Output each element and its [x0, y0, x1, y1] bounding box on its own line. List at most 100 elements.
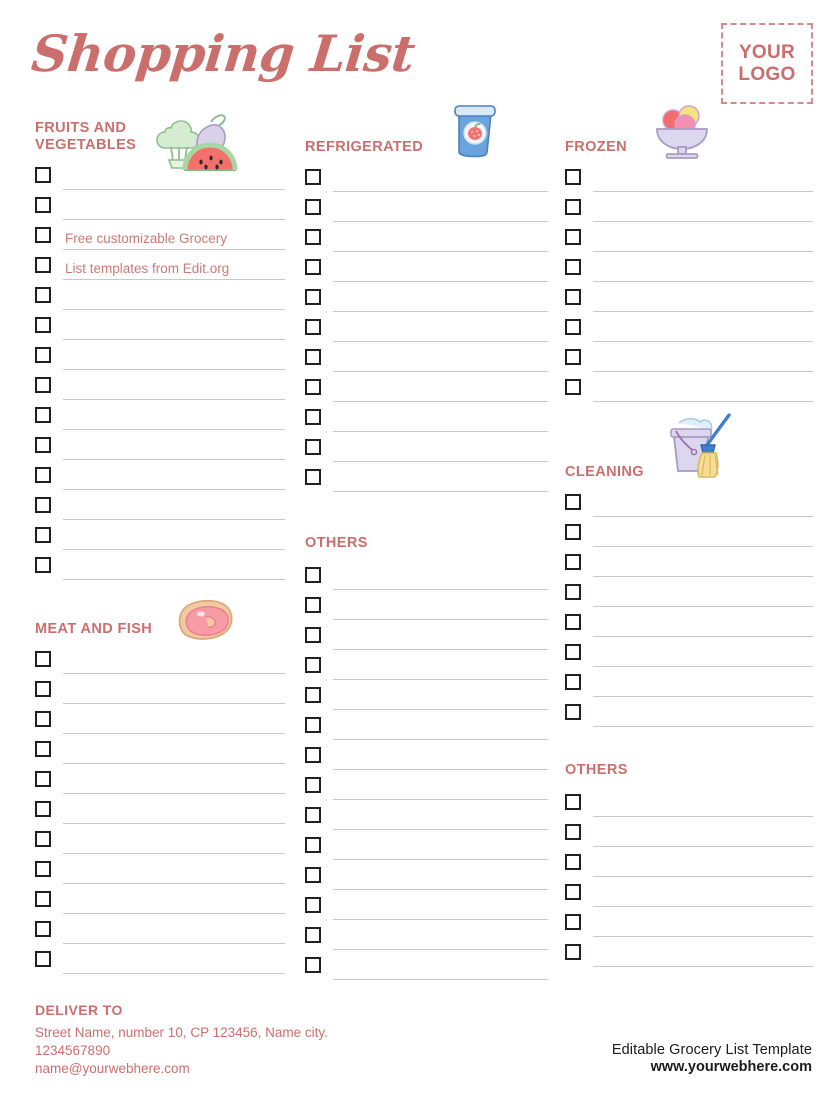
checkbox[interactable]: [565, 229, 581, 245]
checkbox[interactable]: [305, 837, 321, 853]
checkbox[interactable]: [305, 169, 321, 185]
checkbox[interactable]: [565, 289, 581, 305]
checkbox[interactable]: [305, 567, 321, 583]
list-item[interactable]: [565, 671, 813, 701]
list-item[interactable]: [305, 654, 548, 684]
list-item[interactable]: [35, 858, 285, 888]
list-item[interactable]: [35, 314, 285, 344]
list-item[interactable]: [565, 851, 813, 881]
checkbox[interactable]: [305, 717, 321, 733]
checkbox[interactable]: [565, 524, 581, 540]
list-item[interactable]: [35, 798, 285, 828]
checkbox[interactable]: [565, 554, 581, 570]
checkbox[interactable]: [565, 674, 581, 690]
list-item[interactable]: [35, 828, 285, 858]
list-item[interactable]: [35, 194, 285, 224]
checkbox[interactable]: [35, 497, 51, 513]
list-item[interactable]: [305, 594, 548, 624]
list-item[interactable]: [565, 286, 813, 316]
list-item[interactable]: [305, 834, 548, 864]
checkbox[interactable]: [35, 227, 51, 243]
list-item[interactable]: [305, 924, 548, 954]
list-item[interactable]: [305, 166, 548, 196]
checkbox[interactable]: [305, 289, 321, 305]
checkbox[interactable]: [565, 379, 581, 395]
checkbox[interactable]: [565, 884, 581, 900]
list-item[interactable]: [305, 684, 548, 714]
list-item[interactable]: [305, 894, 548, 924]
list-item[interactable]: [305, 774, 548, 804]
list-item[interactable]: [35, 434, 285, 464]
list-item[interactable]: [35, 678, 285, 708]
brand-website[interactable]: www.yourwebhere.com: [612, 1059, 812, 1075]
checkbox[interactable]: [305, 259, 321, 275]
checkbox[interactable]: [35, 377, 51, 393]
checkbox[interactable]: [35, 861, 51, 877]
checkbox[interactable]: [305, 867, 321, 883]
checkbox[interactable]: [305, 687, 321, 703]
list-item[interactable]: [565, 911, 813, 941]
checkbox[interactable]: [35, 741, 51, 757]
list-item[interactable]: [35, 918, 285, 948]
list-item[interactable]: [305, 256, 548, 286]
list-item[interactable]: [305, 864, 548, 894]
list-item[interactable]: [35, 404, 285, 434]
checkbox[interactable]: [35, 167, 51, 183]
list-item[interactable]: [35, 464, 285, 494]
checkbox[interactable]: [305, 439, 321, 455]
checkbox[interactable]: [305, 807, 321, 823]
checkbox[interactable]: [35, 801, 51, 817]
list-item[interactable]: [305, 954, 548, 984]
checkbox[interactable]: [565, 169, 581, 185]
list-item[interactable]: [305, 346, 548, 376]
checkbox[interactable]: [35, 347, 51, 363]
checkbox[interactable]: [305, 469, 321, 485]
list-item[interactable]: [35, 888, 285, 918]
checkbox[interactable]: [565, 794, 581, 810]
checkbox[interactable]: [305, 657, 321, 673]
list-item[interactable]: [565, 346, 813, 376]
checkbox[interactable]: [35, 951, 51, 967]
checkbox[interactable]: [565, 319, 581, 335]
checkbox[interactable]: [305, 379, 321, 395]
list-item[interactable]: [35, 768, 285, 798]
list-item[interactable]: [35, 948, 285, 978]
checkbox[interactable]: [565, 259, 581, 275]
checkbox[interactable]: [305, 199, 321, 215]
checkbox[interactable]: [565, 584, 581, 600]
checkbox[interactable]: [305, 349, 321, 365]
checkbox[interactable]: [35, 681, 51, 697]
checkbox[interactable]: [35, 891, 51, 907]
checkbox[interactable]: [35, 831, 51, 847]
checkbox[interactable]: [565, 944, 581, 960]
checkbox[interactable]: [35, 287, 51, 303]
checkbox[interactable]: [35, 437, 51, 453]
list-item[interactable]: [565, 941, 813, 971]
list-item[interactable]: [565, 581, 813, 611]
checkbox[interactable]: [35, 197, 51, 213]
list-item[interactable]: [305, 624, 548, 654]
list-item[interactable]: [305, 744, 548, 774]
list-item[interactable]: [35, 524, 285, 554]
list-item[interactable]: [35, 648, 285, 678]
checkbox[interactable]: [35, 527, 51, 543]
list-item[interactable]: [35, 344, 285, 374]
checkbox[interactable]: [305, 627, 321, 643]
list-item[interactable]: [565, 551, 813, 581]
checkbox[interactable]: [565, 704, 581, 720]
checkbox[interactable]: [565, 914, 581, 930]
list-item[interactable]: Free customizable Grocery: [35, 224, 285, 254]
checkbox[interactable]: [565, 349, 581, 365]
list-item[interactable]: [305, 376, 548, 406]
list-item[interactable]: [305, 226, 548, 256]
list-item[interactable]: [565, 491, 813, 521]
checkbox[interactable]: [305, 777, 321, 793]
list-item[interactable]: [305, 286, 548, 316]
checkbox[interactable]: [35, 771, 51, 787]
list-item[interactable]: [565, 701, 813, 731]
checkbox[interactable]: [35, 557, 51, 573]
list-item[interactable]: [35, 494, 285, 524]
list-item[interactable]: [305, 436, 548, 466]
list-item[interactable]: [305, 466, 548, 496]
list-item[interactable]: [35, 708, 285, 738]
